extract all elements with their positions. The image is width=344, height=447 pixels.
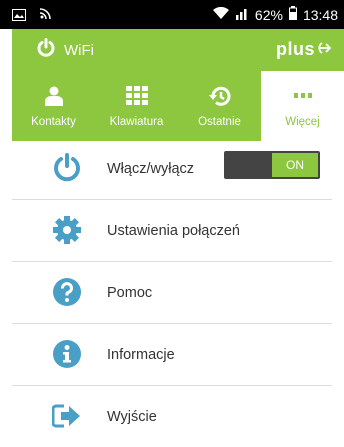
- tab-label: Więcej: [285, 116, 320, 128]
- tab-more[interactable]: Więcej: [261, 71, 344, 141]
- power-icon: [52, 153, 82, 183]
- menu-item-exit[interactable]: Wyjście: [12, 386, 332, 447]
- info-icon: [52, 339, 82, 369]
- help-icon: [52, 277, 82, 307]
- exit-icon: [52, 401, 82, 431]
- menu-item-label: Pomoc: [107, 284, 153, 301]
- power-icon: [36, 38, 56, 63]
- app-header: WiFi plus: [12, 29, 344, 71]
- cell-signal-icon: [235, 7, 249, 23]
- tab-dialpad[interactable]: Klawiatura: [95, 71, 178, 141]
- gallery-icon: [12, 8, 26, 24]
- tab-recent[interactable]: Ostatnie: [178, 71, 261, 141]
- tab-label: Klawiatura: [109, 116, 164, 128]
- more-icon: [293, 85, 312, 107]
- power-toggle[interactable]: ON: [224, 151, 320, 179]
- menu-item-label: Informacje: [107, 346, 175, 363]
- battery-percent: 62%: [254, 6, 283, 23]
- toggle-knob: ON: [272, 153, 318, 177]
- status-bar: 62% 13:48: [0, 0, 344, 29]
- history-icon: [208, 85, 231, 107]
- dialpad-icon: [125, 85, 148, 107]
- menu-item-call-settings[interactable]: Ustawienia połączeń: [12, 200, 332, 262]
- brand-mark-icon: [318, 39, 332, 60]
- tab-label: Kontakty: [31, 116, 76, 128]
- brand-logo: plus: [276, 39, 332, 60]
- battery-icon: [288, 6, 297, 23]
- wifi-toggle-header[interactable]: WiFi: [36, 38, 94, 63]
- menu-item-info[interactable]: Informacje: [12, 324, 332, 386]
- wifi-label: WiFi: [64, 42, 94, 59]
- tab-bar: Kontakty Klawiatura Ostatnie Więcej: [12, 71, 344, 141]
- clock: 13:48: [302, 6, 338, 23]
- gear-icon: [52, 215, 82, 245]
- hotspot-icon: [38, 7, 52, 24]
- menu-item-label: Ustawienia połączeń: [107, 222, 240, 239]
- brand-name: plus: [275, 39, 315, 59]
- menu-item-label: Wyjście: [107, 408, 157, 425]
- menu-item-help[interactable]: Pomoc: [12, 262, 332, 324]
- menu-item-power[interactable]: Włącz/wyłącz ON: [12, 138, 332, 200]
- contacts-icon: [44, 85, 63, 107]
- tab-label: Ostatnie: [198, 116, 241, 128]
- more-menu: Włącz/wyłącz ON Ustawienia połączeń Pomo…: [12, 138, 332, 447]
- tab-contacts[interactable]: Kontakty: [12, 71, 95, 141]
- wifi-signal-icon: [212, 6, 229, 23]
- menu-item-label: Włącz/wyłącz: [107, 160, 195, 177]
